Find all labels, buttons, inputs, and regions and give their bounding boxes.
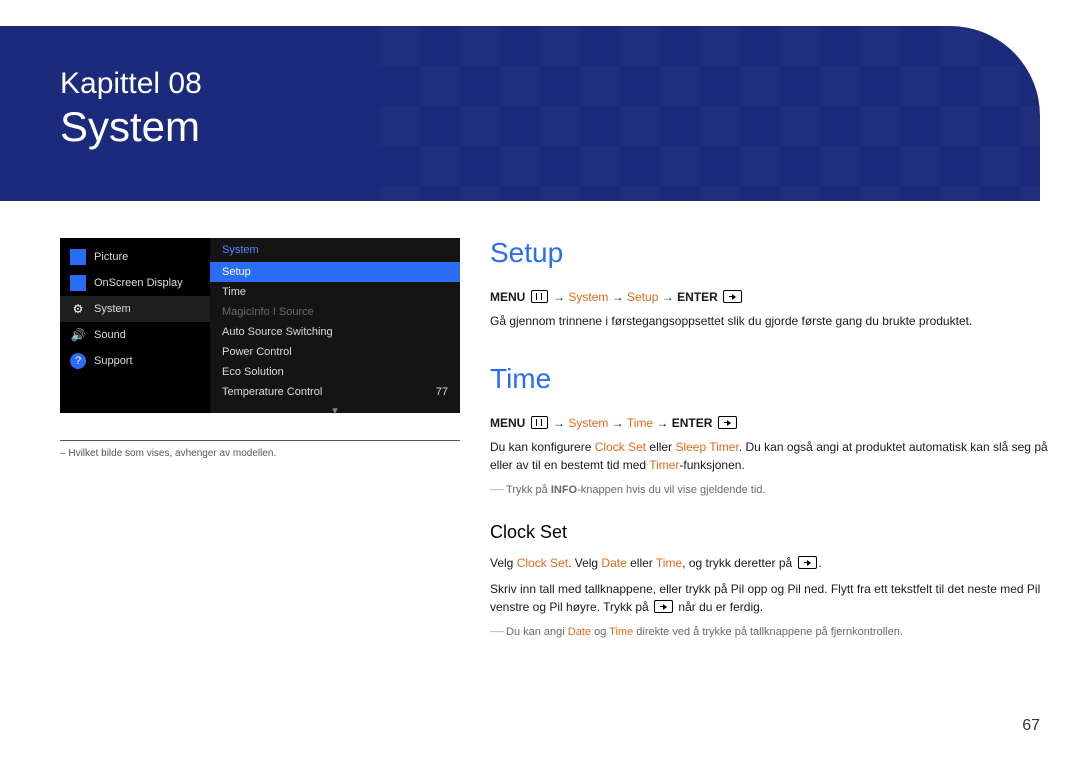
osd-item-label: Support <box>94 355 133 367</box>
osd-item-sound: Sound <box>60 322 210 348</box>
timer-term: Timer <box>649 458 679 472</box>
speaker-icon <box>70 327 86 343</box>
osd-item-label: OnScreen Display <box>94 277 183 289</box>
clockset-line1: Velg Clock Set. Velg Date eller Time, og… <box>490 554 1048 572</box>
sleep-timer-term: Sleep Timer <box>675 440 738 454</box>
body-column: Setup MENU → System → Setup → ENTER Gå g… <box>490 232 1048 640</box>
text: og <box>591 626 609 638</box>
osd-row-autosource: Auto Source Switching <box>210 322 460 342</box>
osd-item-label: System <box>94 303 131 315</box>
path-enter: ENTER <box>672 416 713 430</box>
chapter-label: Kapittel 08 <box>60 66 202 102</box>
path-system: System <box>568 290 608 304</box>
osd-window: Picture OnScreen Display System Sound Su… <box>60 238 460 413</box>
menu-icon <box>531 290 548 303</box>
path-system: System <box>568 416 608 430</box>
date-term: Date <box>601 556 626 570</box>
time-body-line1: Du kan konfigurere Clock Set eller Sleep… <box>490 438 1048 474</box>
osd-row-label: Power Control <box>222 346 292 358</box>
osd-row-tempcontrol: Temperature Control 77 <box>210 382 460 402</box>
path-setup: Setup <box>627 290 658 304</box>
osd-right-header: System <box>210 238 460 262</box>
page-number: 67 <box>1022 717 1040 735</box>
footnote-text: Hvilket bilde som vises, avhenger av mod… <box>68 448 276 459</box>
text: direkte ved å trykke på tallknappene på … <box>633 626 903 638</box>
osd-row-label: Setup <box>222 266 251 278</box>
time-path: MENU → System → Time → ENTER <box>490 414 1048 432</box>
osd-row-ecosolution: Eco Solution <box>210 362 460 382</box>
help-icon <box>70 353 86 369</box>
osd-item-label: Picture <box>94 251 128 263</box>
onscreen-icon <box>70 275 86 291</box>
path-enter: ENTER <box>677 290 718 304</box>
osd-row-time: Time <box>210 282 460 302</box>
time-hint: Trykk på INFO-knappen hvis du vil vise g… <box>490 482 1048 499</box>
info-key: INFO <box>551 484 577 496</box>
osd-item-label: Sound <box>94 329 126 341</box>
text: Skriv inn tall med tallknappene, eller t… <box>490 582 1040 614</box>
enter-icon <box>654 600 673 613</box>
path-time: Time <box>627 416 653 430</box>
page: Kapittel 08 System Picture OnScreen Disp… <box>0 0 1080 763</box>
osd-row-setup: Setup <box>210 262 460 282</box>
menu-icon <box>531 416 548 429</box>
osd-row-label: Eco Solution <box>222 366 284 378</box>
text: -funksjonen. <box>679 458 744 472</box>
setup-path: MENU → System → Setup → ENTER <box>490 288 1048 306</box>
osd-item-system: System <box>60 296 210 322</box>
text: , og trykk deretter på <box>682 556 795 570</box>
section-heading-time: Time <box>490 358 1048 400</box>
setup-body: Gå gjennom trinnene i førstegangsoppsett… <box>490 312 1048 330</box>
text: Trykk på <box>506 484 551 496</box>
osd-row-value: 77 <box>436 386 448 398</box>
osd-left-panel: Picture OnScreen Display System Sound Su… <box>60 238 210 413</box>
clockset-hint: Du kan angi Date og Time direkte ved å t… <box>490 624 1048 641</box>
clock-set-term: Clock Set <box>595 440 646 454</box>
time-term: Time <box>656 556 682 570</box>
clockset-line2: Skriv inn tall med tallknappene, eller t… <box>490 580 1048 616</box>
osd-row-label: MagicInfo I Source <box>222 306 314 318</box>
chevron-down-icon: ▾ <box>210 402 460 417</box>
text: Velg <box>490 556 517 570</box>
text: eller <box>646 440 675 454</box>
path-menu: MENU <box>490 290 525 304</box>
osd-row-magicinfo: MagicInfo I Source <box>210 302 460 322</box>
section-heading-setup: Setup <box>490 232 1048 274</box>
osd-row-label: Temperature Control <box>222 386 322 398</box>
gear-icon <box>70 301 86 317</box>
text: . <box>819 556 822 570</box>
path-menu: MENU <box>490 416 525 430</box>
text: eller <box>627 556 656 570</box>
clock-set-term: Clock Set <box>517 556 568 570</box>
osd-row-label: Auto Source Switching <box>222 326 333 338</box>
chapter-title: System <box>60 104 202 150</box>
osd-footnote: – Hvilket bilde som vises, avhenger av m… <box>60 448 460 459</box>
osd-right-panel: System Setup Time MagicInfo I Source Aut… <box>210 238 460 413</box>
date-term: Date <box>568 626 591 638</box>
osd-item-onscreen: OnScreen Display <box>60 270 210 296</box>
text: når du er ferdig. <box>675 600 763 614</box>
osd-item-support: Support <box>60 348 210 374</box>
subsection-heading-clockset: Clock Set <box>490 519 1048 546</box>
osd-row-powercontrol: Power Control <box>210 342 460 362</box>
time-term: Time <box>609 626 633 638</box>
chapter-banner: Kapittel 08 System <box>0 26 1040 201</box>
enter-icon <box>723 290 742 303</box>
text: . Velg <box>568 556 601 570</box>
dash-icon: – <box>60 448 66 459</box>
picture-icon <box>70 249 86 265</box>
text: Du kan angi <box>506 626 568 638</box>
osd-item-picture: Picture <box>60 244 210 270</box>
text: Du kan konfigurere <box>490 440 595 454</box>
text: -knappen hvis du vil vise gjeldende tid. <box>577 484 765 496</box>
divider <box>60 440 460 441</box>
osd-row-label: Time <box>222 286 246 298</box>
enter-icon <box>718 416 737 429</box>
enter-icon <box>798 556 817 569</box>
